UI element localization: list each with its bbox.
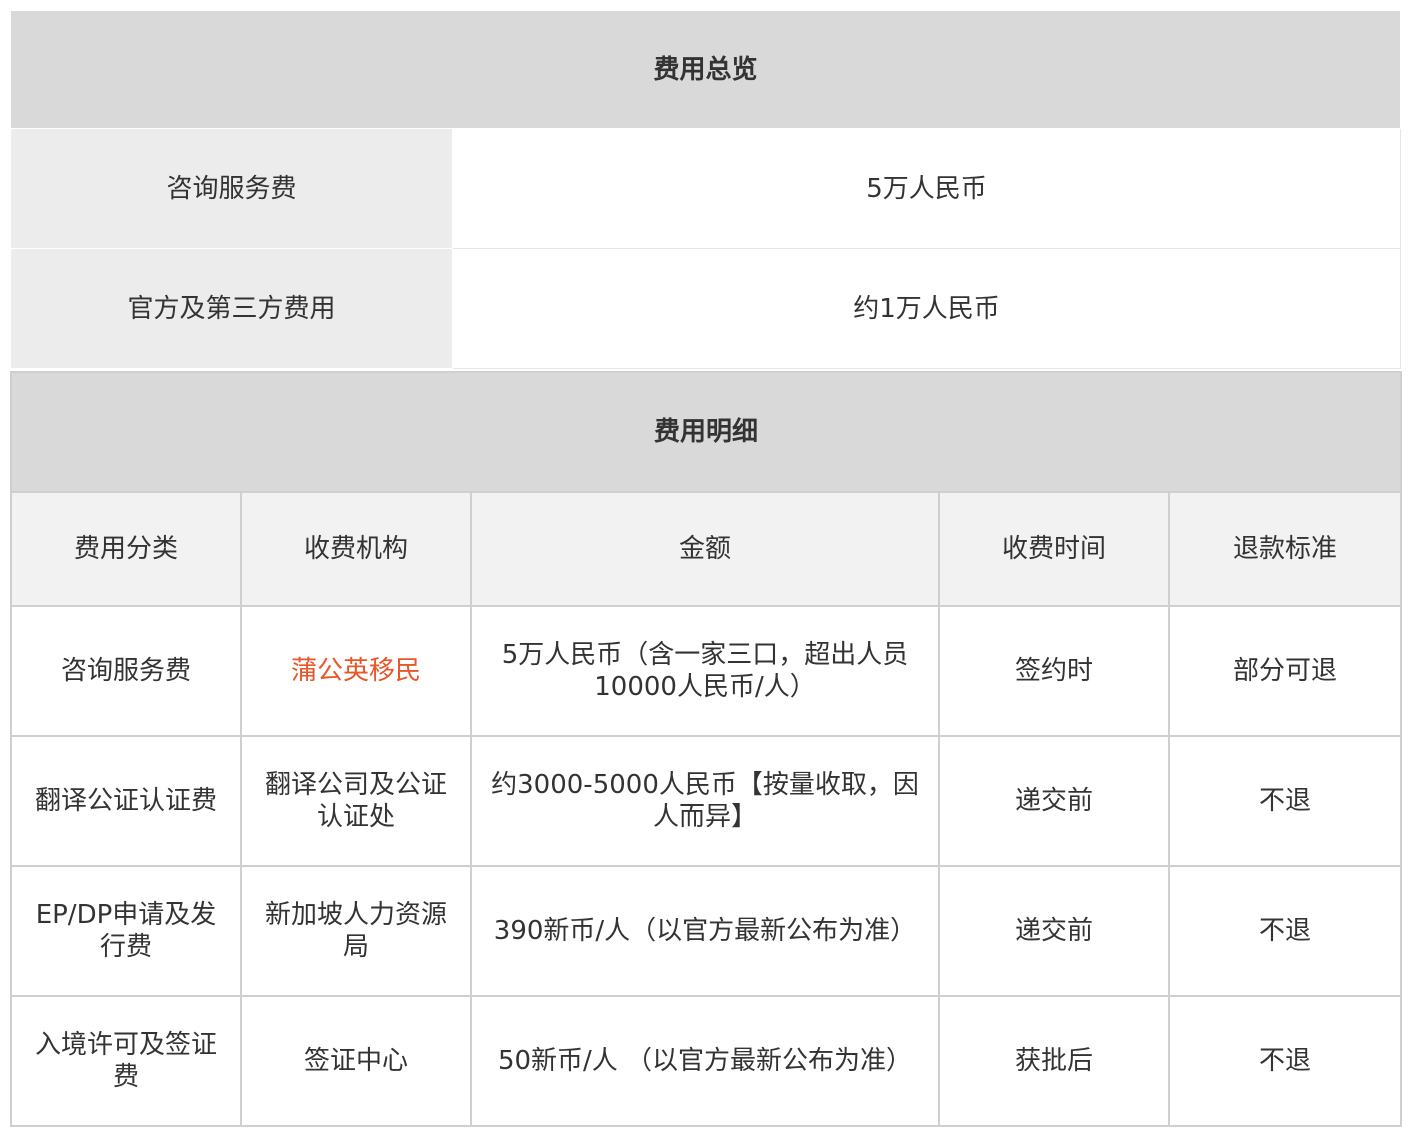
cell-time: 递交前	[938, 865, 1170, 997]
cell-category: 咨询服务费	[10, 605, 242, 737]
fee-overview-table: 费用总览 咨询服务费 5万人民币 官方及第三方费用 约1万人民币	[9, 10, 1402, 369]
cell-amount: 5万人民币（含一家三口，超出人员10000人民币/人）	[470, 605, 940, 737]
header-time: 收费时间	[938, 491, 1170, 607]
header-category: 费用分类	[10, 491, 242, 607]
cell-amount: 390新币/人（以官方最新公布为准）	[470, 865, 940, 997]
fee-detail-table: 费用明细 费用分类 收费机构 金额 收费时间 退款标准 咨询服务费 蒲公英移民 …	[9, 371, 1403, 1127]
cell-refund: 不退	[1167, 865, 1403, 997]
cell-agency: 翻译公司及公证认证处	[240, 735, 472, 867]
cell-time: 签约时	[938, 605, 1170, 737]
overview-row: 咨询服务费 5万人民币	[10, 128, 1402, 249]
header-refund: 退款标准	[1167, 491, 1403, 607]
detail-header-row: 费用分类 收费机构 金额 收费时间 退款标准	[10, 491, 1403, 607]
cell-refund: 部分可退	[1167, 605, 1403, 737]
cell-category: EP/DP申请及发行费	[10, 865, 242, 997]
overview-row: 官方及第三方费用 约1万人民币	[10, 248, 1402, 369]
overview-value: 约1万人民币	[451, 248, 1402, 369]
cell-time: 获批后	[938, 995, 1170, 1127]
detail-title-row: 费用明细	[9, 371, 1403, 493]
cell-refund: 不退	[1167, 735, 1403, 867]
overview-label: 官方及第三方费用	[10, 248, 453, 369]
overview-value: 5万人民币	[451, 128, 1402, 249]
cell-time: 递交前	[938, 735, 1170, 867]
fee-document: 费用总览 咨询服务费 5万人民币 官方及第三方费用 约1万人民币 费用明细 费用…	[9, 10, 1403, 1127]
table-row: 翻译公证认证费 翻译公司及公证认证处 约3000-5000人民币【按量收取，因人…	[10, 735, 1403, 867]
header-amount: 金额	[470, 491, 940, 607]
overview-title-row: 费用总览	[9, 10, 1402, 129]
cell-category: 入境许可及签证费	[10, 995, 242, 1127]
cell-agency: 新加坡人力资源局	[240, 865, 472, 997]
cell-agency: 签证中心	[240, 995, 472, 1127]
overview-label: 咨询服务费	[10, 128, 453, 249]
cell-amount: 约3000-5000人民币【按量收取，因人而异】	[470, 735, 940, 867]
cell-amount: 50新币/人 （以官方最新公布为准）	[470, 995, 940, 1127]
header-agency: 收费机构	[240, 491, 472, 607]
agency-link[interactable]: 蒲公英移民	[240, 605, 472, 737]
overview-title: 费用总览	[9, 10, 1402, 129]
table-row: 入境许可及签证费 签证中心 50新币/人 （以官方最新公布为准） 获批后 不退	[10, 995, 1403, 1127]
detail-title: 费用明细	[9, 371, 1403, 493]
table-row: 咨询服务费 蒲公英移民 5万人民币（含一家三口，超出人员10000人民币/人） …	[10, 605, 1403, 737]
cell-refund: 不退	[1167, 995, 1403, 1127]
cell-category: 翻译公证认证费	[10, 735, 242, 867]
table-row: EP/DP申请及发行费 新加坡人力资源局 390新币/人（以官方最新公布为准） …	[10, 865, 1403, 997]
